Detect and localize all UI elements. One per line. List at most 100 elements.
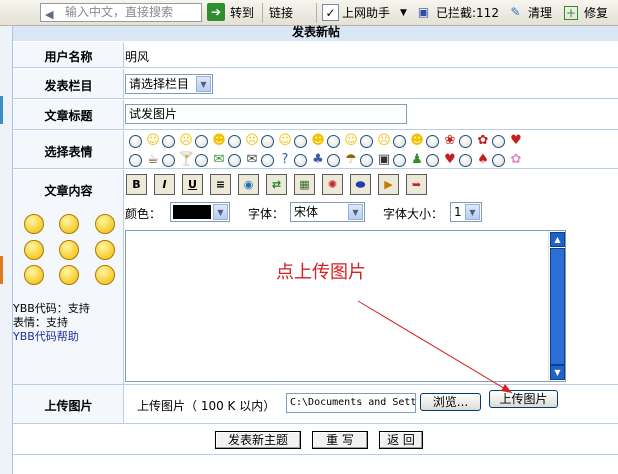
flash-icon[interactable]: ✺ xyxy=(322,174,343,195)
confused-icon[interactable] xyxy=(95,265,115,285)
editor-toolbar: B I U ≡ ◉ ⇄ ▦ ✺ ⬬ ▶ ➥ xyxy=(126,174,446,196)
toolbar-search-placeholder: 输入中文，直接搜索 xyxy=(65,5,174,19)
emotion-radio[interactable] xyxy=(195,135,208,148)
article-title-row: 文章标题 试发图片 xyxy=(13,100,618,130)
emotion-radio[interactable] xyxy=(261,154,274,167)
repair-button[interactable]: 修复 xyxy=(584,5,608,21)
go-button[interactable]: 转到 xyxy=(230,5,254,21)
chevron-down-icon[interactable]: ▼ xyxy=(196,76,211,92)
emotion-radio[interactable] xyxy=(426,154,439,167)
emotion-radio[interactable] xyxy=(162,154,175,167)
emotion-radio[interactable] xyxy=(129,135,142,148)
category-select[interactable]: 请选择栏目 ▼ xyxy=(125,74,213,94)
media-icon[interactable]: ⬬ xyxy=(350,174,371,195)
cool-icon[interactable] xyxy=(59,265,79,285)
upload-button[interactable]: 上传图片 xyxy=(489,390,558,408)
emotion-radio[interactable] xyxy=(294,154,307,167)
emotion-radio[interactable] xyxy=(228,135,241,148)
emotion-radio[interactable] xyxy=(393,154,406,167)
content-scrollbar[interactable]: ▲ ▼ xyxy=(548,231,565,381)
camera-icon: ▣ xyxy=(377,152,391,167)
emotion-radio[interactable] xyxy=(162,135,175,148)
links-button[interactable]: 链接 xyxy=(269,5,293,21)
form-title: 发表新帖 xyxy=(13,26,618,41)
article-title-input[interactable]: 试发图片 xyxy=(125,104,407,124)
emotion-radio[interactable] xyxy=(459,154,472,167)
emotion-radio[interactable] xyxy=(360,135,373,148)
surprised-icon[interactable] xyxy=(95,214,115,234)
laughing-icon[interactable] xyxy=(59,214,79,234)
align-button[interactable]: ≡ xyxy=(210,174,231,195)
emotion-radio[interactable] xyxy=(492,135,505,148)
category-label-cell: 发表栏目 xyxy=(13,69,124,98)
go-arrow-icon[interactable]: ➔ xyxy=(207,3,225,21)
emotion-radio[interactable] xyxy=(294,135,307,148)
emotion-radio[interactable] xyxy=(492,154,505,167)
article-title-label: 文章标题 xyxy=(44,109,93,123)
upload-row: 上传图片 上传图片（ 100 K 以内） C:\Documents and Se… xyxy=(13,384,618,424)
content-textarea[interactable]: ▲ ▼ xyxy=(125,230,566,382)
back-button[interactable]: 返 回 xyxy=(379,431,423,449)
emotion-row: 选择表情 ☺ ☹ ☻ ☹ ☺ ☻ ☺ ☹ ☻ ❀ ✿ ♥ ☕ 🍸 ✉ ✉? ♣ ☂ ▣ ♟ ♥ ♠ ✿ xyxy=(13,131,618,169)
broom-icon: ✎ xyxy=(510,5,521,19)
sad-icon[interactable] xyxy=(95,240,115,260)
email-icon[interactable]: ⇄ xyxy=(266,174,287,195)
browse-button[interactable]: 浏览... xyxy=(420,393,481,411)
emotion-radio[interactable] xyxy=(327,135,340,148)
chevron-down-icon[interactable]: ▼ xyxy=(400,5,407,21)
submit-button[interactable]: 发表新主题 xyxy=(215,431,301,449)
color-select[interactable]: ▼ xyxy=(170,202,230,222)
upload-label: 上传图片 xyxy=(44,399,93,413)
emotion-radio[interactable] xyxy=(360,154,373,167)
scroll-up-icon[interactable]: ▲ xyxy=(550,232,565,247)
emotion-radio[interactable] xyxy=(327,154,340,167)
blocked-counter[interactable]: 已拦截:112 xyxy=(436,5,499,21)
scroll-thumb[interactable] xyxy=(550,248,565,365)
reset-button[interactable]: 重 写 xyxy=(312,431,368,449)
link-icon[interactable]: ◉ xyxy=(238,174,259,195)
emotion-radio[interactable] xyxy=(393,135,406,148)
emotion-radio[interactable] xyxy=(228,154,241,167)
angry-icon[interactable] xyxy=(24,265,44,285)
scroll-down-icon[interactable]: ▼ xyxy=(550,365,565,380)
umbrella-icon: ☂ xyxy=(345,152,357,167)
upload-path-input[interactable]: C:\Documents and Sett xyxy=(286,393,416,413)
repair-icon: + xyxy=(564,6,578,20)
chevron-down-icon[interactable]: ▼ xyxy=(213,204,228,220)
font-select[interactable]: 宋体 ▼ xyxy=(290,202,365,222)
phone-icon: ♣ xyxy=(312,152,324,167)
bold-button[interactable]: B xyxy=(126,174,147,195)
fontsize-selected: 1 xyxy=(454,205,462,219)
helper-button[interactable]: 上网助手 xyxy=(342,5,390,21)
emotion-radio[interactable] xyxy=(426,135,439,148)
emotion-radio[interactable] xyxy=(261,135,274,148)
underline-button[interactable]: U xyxy=(182,174,203,195)
lips-icon: ✿ xyxy=(477,133,489,148)
play-icon[interactable]: ▶ xyxy=(378,174,399,195)
ybb-help-link[interactable]: YBB代码帮助 xyxy=(13,330,79,343)
emotion-radio[interactable] xyxy=(195,154,208,167)
wink-icon[interactable] xyxy=(59,240,79,260)
emotion-radio[interactable] xyxy=(129,154,142,167)
italic-button[interactable]: I xyxy=(154,174,175,195)
image-icon[interactable]: ▦ xyxy=(294,174,315,195)
blocked-icon: ▣ xyxy=(417,5,430,19)
cry-icon: ☹ xyxy=(377,133,391,148)
chevron-down-icon[interactable]: ▼ xyxy=(348,204,363,220)
toolbar-search-input[interactable]: ◀ 输入中文，直接搜索 xyxy=(40,3,202,22)
emotion-radio[interactable] xyxy=(459,135,472,148)
helper-icon[interactable]: ✓ xyxy=(322,4,339,21)
sad-icon: ☻ xyxy=(212,133,226,148)
happy-icon: ☹ xyxy=(179,133,193,148)
tongue-icon[interactable] xyxy=(24,240,44,260)
emotion-label-cell: 选择表情 xyxy=(13,131,124,168)
quote-icon[interactable]: ➥ xyxy=(406,174,427,195)
wink-icon: ☺ xyxy=(278,133,292,148)
edge-marker xyxy=(0,96,3,124)
chevron-down-icon[interactable]: ▼ xyxy=(465,204,480,220)
smile-icon: ☺ xyxy=(146,133,160,148)
clean-button[interactable]: 清理 xyxy=(528,5,552,21)
flower-icon: ✿ xyxy=(510,152,522,167)
fontsize-select[interactable]: 1 ▼ xyxy=(450,202,482,222)
smiley-icon[interactable] xyxy=(24,214,44,234)
